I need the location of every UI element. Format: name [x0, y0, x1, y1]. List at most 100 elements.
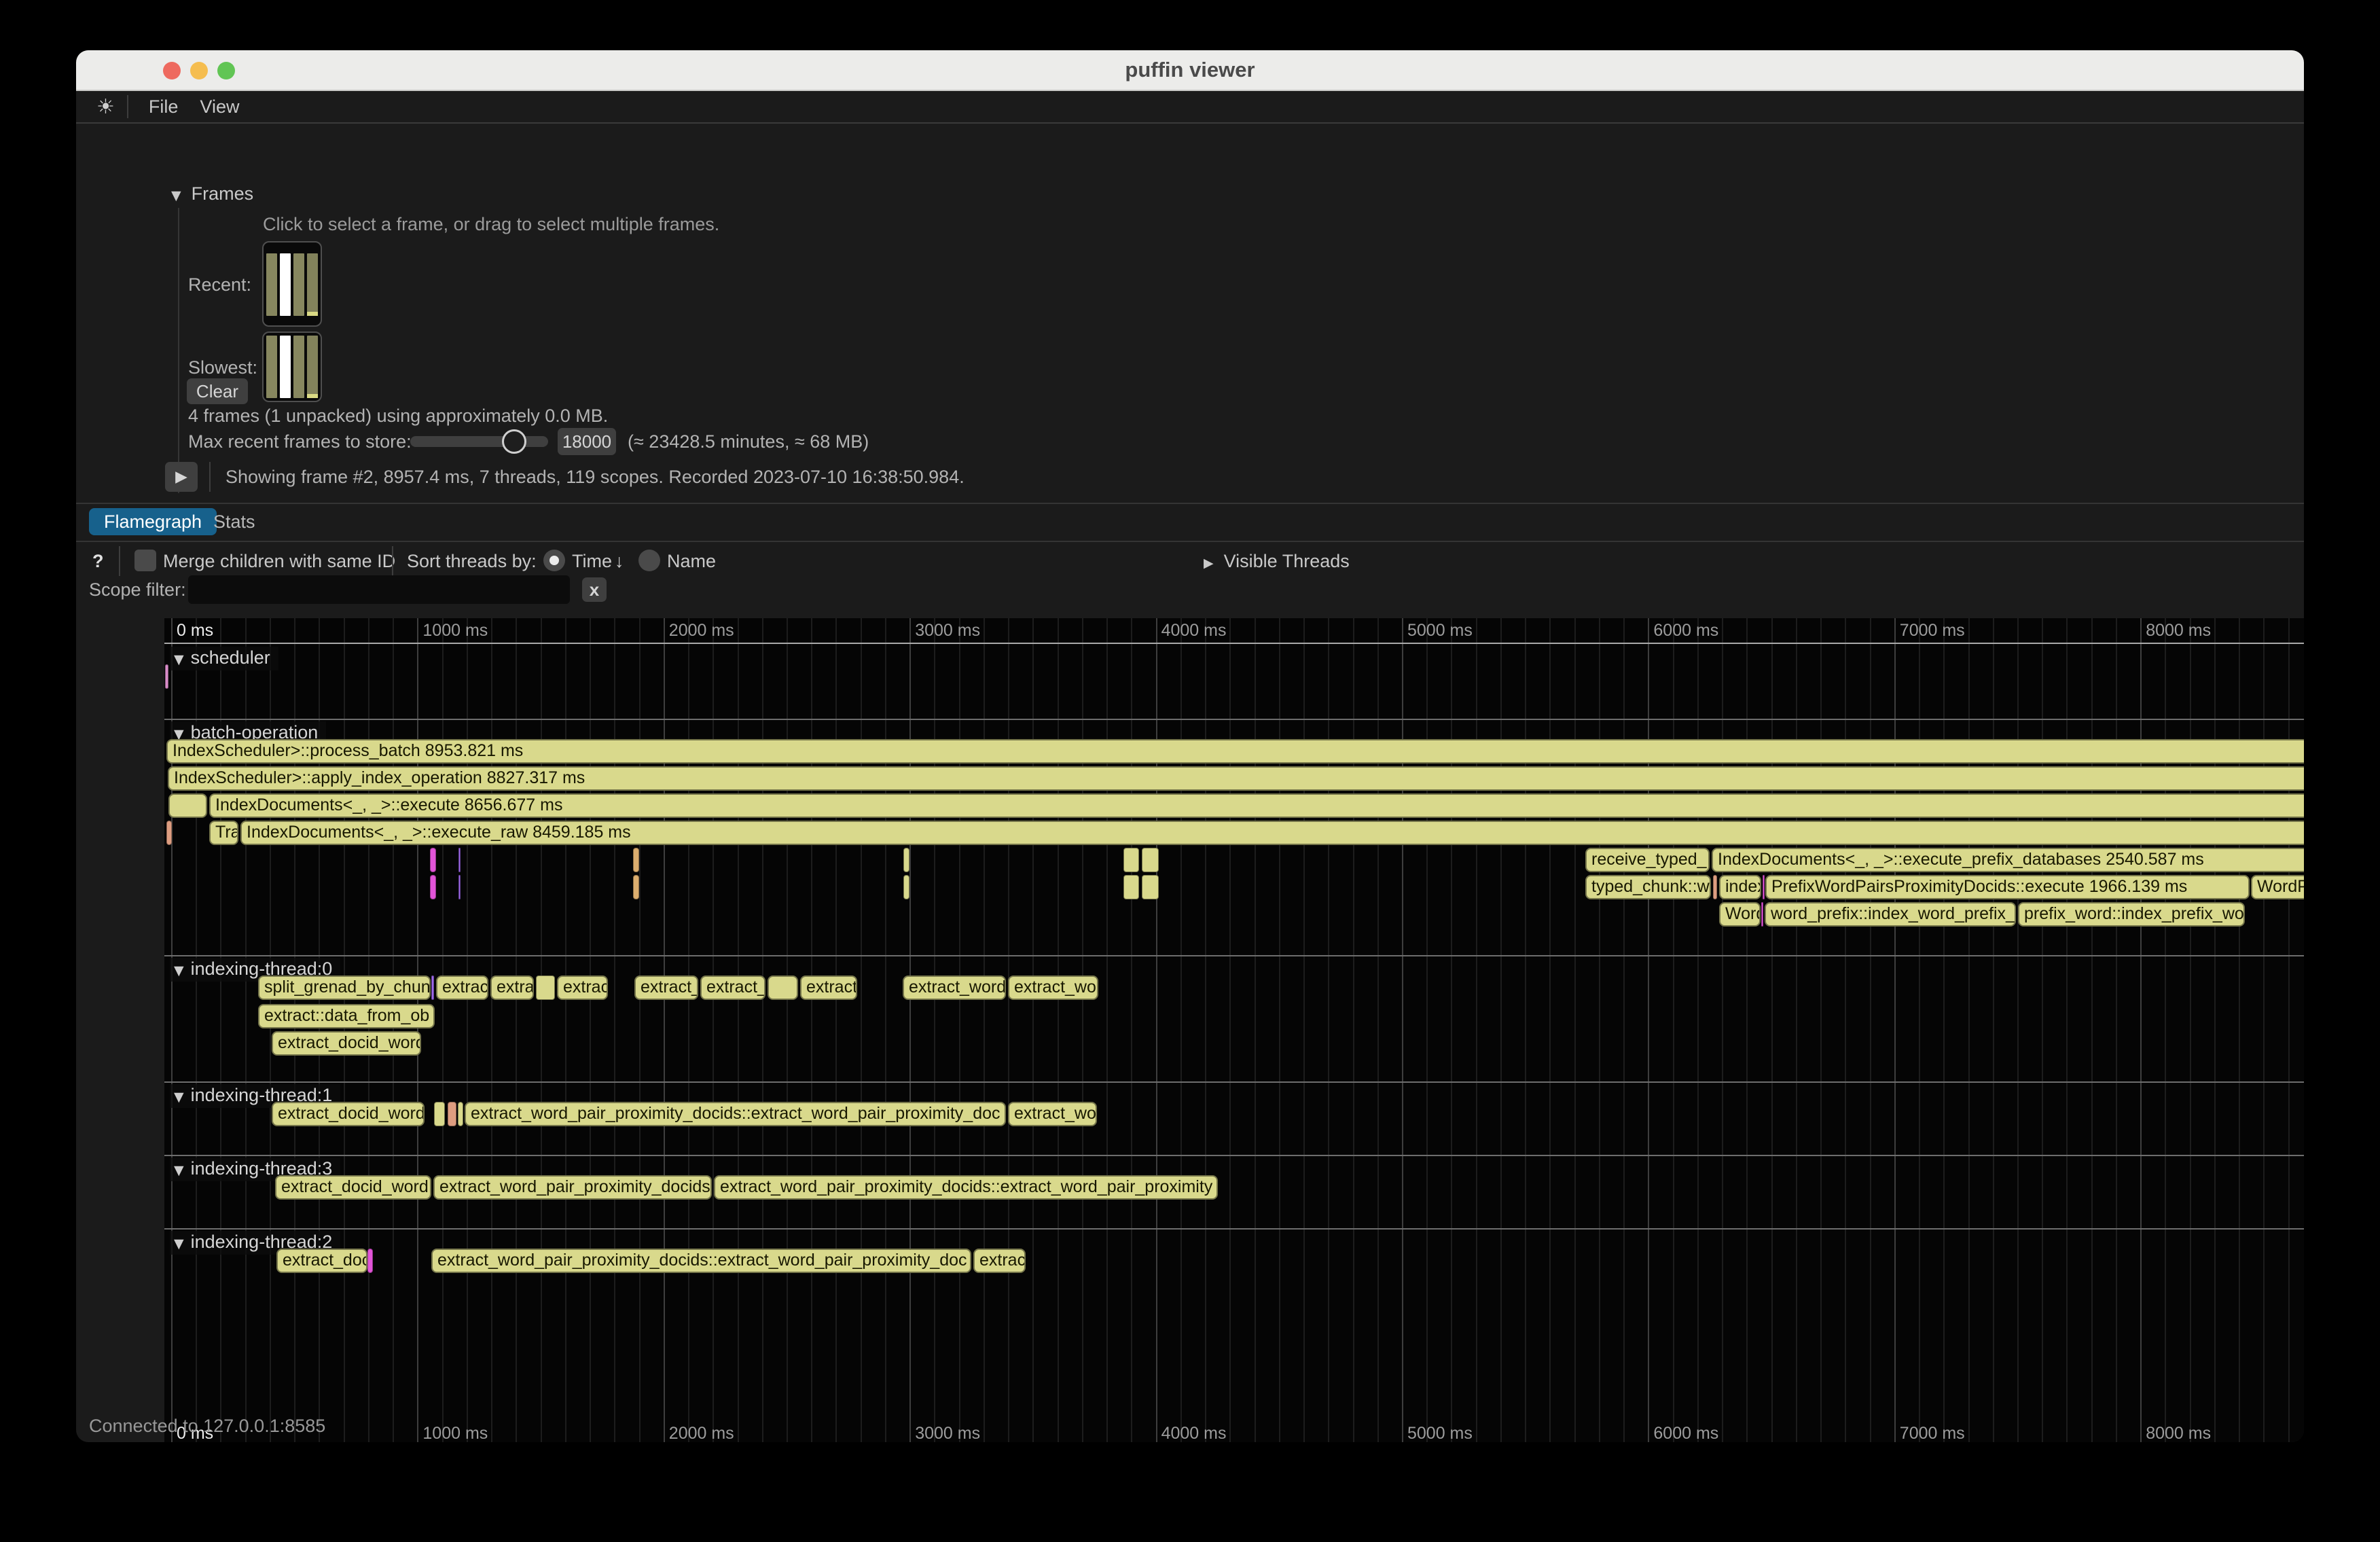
scope-bar-small[interactable] — [458, 1102, 463, 1126]
scope-bar-small[interactable] — [367, 1249, 373, 1273]
slowest-frames-thumbnail[interactable] — [262, 331, 322, 402]
ruler-bottom-tick-label: 8000 ms — [2146, 1424, 2211, 1442]
tab-flamegraph[interactable]: Flamegraph — [89, 508, 217, 535]
scope-bar-small[interactable] — [165, 664, 168, 689]
scope-bar[interactable]: WordPr — [2251, 875, 2304, 899]
scope-bar[interactable]: PrefixWordPairsProximityDocids::execute … — [1765, 875, 2250, 899]
clear-filter-button[interactable]: x — [582, 577, 607, 602]
scope-bar[interactable]: typed_chunk::w — [1585, 875, 1711, 899]
frame-bar-selected[interactable] — [280, 336, 291, 398]
scope-bar-small[interactable] — [430, 848, 436, 872]
clear-button[interactable]: Clear — [187, 378, 248, 404]
merge-children-checkbox[interactable] — [134, 550, 156, 571]
scope-bar-small[interactable] — [1142, 848, 1159, 872]
scope-bar[interactable]: Word — [1719, 902, 1761, 927]
scope-bar[interactable]: extract_doc — [276, 1249, 367, 1273]
scope-bar[interactable]: word_prefix::index_word_prefix_ — [1765, 902, 2016, 927]
scope-bar-small[interactable] — [166, 821, 172, 845]
scope-bar[interactable]: prefix_word::index_prefix_wo — [2018, 902, 2245, 927]
scope-filter-input[interactable] — [188, 575, 570, 604]
scope-bar[interactable]: IndexDocuments<_, _>::execute 8656.677 m… — [209, 793, 2304, 818]
scope-bar[interactable]: extract_word_pair_proximity_docids::extr… — [465, 1102, 1006, 1126]
separator — [392, 546, 393, 576]
visible-threads-header[interactable]: ▶ Visible Threads — [1204, 551, 1350, 572]
scope-bar[interactable]: extract_docid_word — [275, 1175, 431, 1200]
scope-bar-small[interactable] — [430, 875, 436, 899]
scope-bar-small[interactable] — [1761, 902, 1763, 927]
frame-bar[interactable] — [307, 336, 318, 398]
menu-file[interactable]: File — [138, 96, 190, 118]
sort-name-radio[interactable] — [638, 550, 660, 571]
sort-name-label[interactable]: Name — [667, 551, 716, 572]
scope-bar-small[interactable] — [1142, 875, 1159, 899]
scope-bar[interactable]: Trans — [209, 821, 238, 845]
recent-frames-thumbnail[interactable] — [262, 241, 322, 327]
scope-bar[interactable]: extract_docid_word — [272, 1031, 421, 1056]
menu-view[interactable]: View — [189, 96, 250, 118]
scope-bar-small[interactable] — [536, 975, 555, 1000]
sort-arrow-down-icon[interactable]: ↓ — [615, 551, 624, 572]
help-button[interactable]: ? — [92, 551, 104, 572]
scope-bar-small[interactable] — [458, 848, 461, 872]
scope-bar[interactable]: extra — [490, 975, 534, 1000]
frame-bar-selected[interactable] — [280, 253, 291, 316]
scope-bar-small[interactable] — [1763, 875, 1765, 899]
scope-bar-small[interactable] — [768, 975, 798, 1000]
scope-bar[interactable]: IndexScheduler>::process_batch 8953.821 … — [166, 739, 2304, 764]
scope-bar[interactable]: extract_word — [903, 975, 1006, 1000]
scope-bar-small[interactable] — [448, 1102, 456, 1126]
max-frames-slider-track[interactable] — [410, 436, 548, 447]
scope-bar-small[interactable] — [1713, 875, 1717, 899]
scope-bar-small[interactable] — [431, 975, 434, 1000]
scope-bar[interactable]: extract_docid_word — [272, 1102, 425, 1126]
scope-bar[interactable]: index — [1719, 875, 1761, 899]
scope-bar-small[interactable] — [633, 848, 639, 872]
scope-bar[interactable]: extrac — [557, 975, 608, 1000]
scope-bar[interactable]: extract — [436, 975, 488, 1000]
frame-bar[interactable] — [293, 253, 304, 316]
max-frames-value[interactable]: 18000 — [558, 428, 616, 455]
frame-bar[interactable] — [266, 253, 277, 316]
ruler-top-tick-label: 7000 ms — [1900, 621, 1965, 641]
theme-toggle-sun-icon[interactable]: ☀ — [96, 95, 115, 119]
frames-section-header[interactable]: ▼ Frames — [171, 183, 253, 204]
showing-frame-info: Showing frame #2, 8957.4 ms, 7 threads, … — [226, 467, 964, 488]
scope-bar-small[interactable] — [633, 875, 639, 899]
frame-bar[interactable] — [307, 253, 318, 316]
play-button[interactable]: ▶ — [165, 462, 198, 492]
scope-bar[interactable]: extract_wo — [1008, 975, 1098, 1000]
scope-bar[interactable]: receive_typed_ — [1585, 848, 1710, 872]
scope-bar[interactable]: extract::data_from_ob — [258, 1004, 435, 1028]
scope-bar[interactable]: IndexDocuments<_, _>::execute_raw 8459.1… — [240, 821, 2304, 845]
sort-time-radio[interactable] — [543, 550, 565, 571]
thread-header-scheduler[interactable]: ▼scheduler — [170, 647, 278, 670]
flamegraph-canvas[interactable]: 0 ms1000 ms2000 ms3000 ms4000 ms5000 ms6… — [164, 618, 2304, 1442]
scope-bar-small[interactable] — [168, 793, 207, 818]
scope-bar[interactable]: extract_word_pair_proximity_docids::extr… — [714, 1175, 1218, 1200]
scope-bar[interactable]: extract — [800, 975, 857, 1000]
scope-bar-small[interactable] — [903, 848, 909, 872]
scope-bar[interactable]: extract_word_pair_proximity_docids — [433, 1175, 712, 1200]
indent-guide — [178, 208, 179, 493]
frame-bar[interactable] — [266, 336, 277, 398]
scope-bar[interactable]: extract_ — [634, 975, 698, 1000]
ruler-top-tick-label: 8000 ms — [2146, 621, 2211, 641]
max-frames-slider-knob[interactable] — [502, 429, 526, 454]
merge-children-label[interactable]: Merge children with same ID — [163, 551, 395, 572]
scope-bar[interactable]: extract_word_pair_proximity_docids::extr… — [431, 1249, 971, 1273]
tab-stats[interactable]: Stats — [198, 508, 270, 535]
scope-bar-small[interactable] — [458, 875, 461, 899]
scope-bar-small[interactable] — [903, 875, 909, 899]
scope-bar[interactable]: IndexScheduler>::apply_index_operation 8… — [168, 766, 2304, 791]
scope-bar-small[interactable] — [1123, 875, 1139, 899]
scope-bar[interactable]: extrac — [973, 1249, 1026, 1273]
ruler-bottom-tick-label: 7000 ms — [1900, 1424, 1965, 1442]
frame-bar[interactable] — [293, 336, 304, 398]
scope-bar[interactable]: extract_ — [700, 975, 765, 1000]
scope-bar[interactable]: extract_wo — [1008, 1102, 1097, 1126]
scope-bar[interactable]: split_grenad_by_chun — [258, 975, 431, 1000]
scope-bar-small[interactable] — [434, 1102, 445, 1126]
sort-time-label[interactable]: Time — [572, 551, 612, 572]
scope-bar-small[interactable] — [1123, 848, 1139, 872]
scope-bar[interactable]: IndexDocuments<_, _>::execute_prefix_dat… — [1712, 848, 2304, 872]
